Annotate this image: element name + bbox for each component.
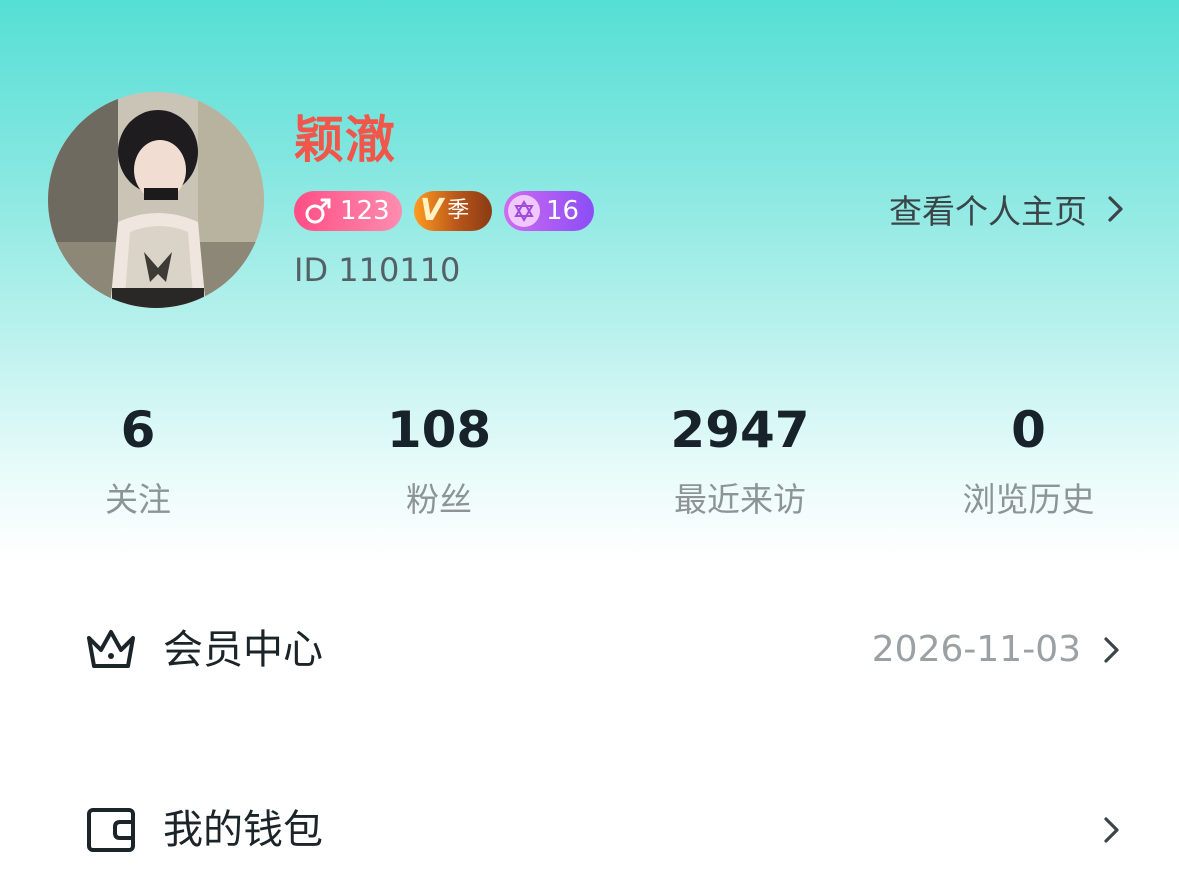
stat-following[interactable]: 6 关注 xyxy=(0,398,276,522)
avatar[interactable] xyxy=(48,92,264,308)
avatar-photo xyxy=(48,92,264,308)
stat-label: 最近来访 xyxy=(674,480,806,519)
menu-item-label: 会员中心 xyxy=(163,627,323,673)
stat-value: 0 xyxy=(1011,401,1046,459)
star-of-david-icon xyxy=(508,195,540,227)
wallet-icon xyxy=(87,808,135,852)
membership-expiry-date: 2026-11-03 xyxy=(871,629,1081,670)
stats-row: 6 关注 108 粉丝 2947 最近来访 0 浏览历史 xyxy=(0,398,1179,522)
view-profile-label: 查看个人主页 xyxy=(889,192,1087,231)
stat-recent-visitors[interactable]: 2947 最近来访 xyxy=(602,398,878,522)
gender-age-value: 123 xyxy=(340,196,390,226)
stat-label: 浏览历史 xyxy=(962,480,1095,519)
stat-value: 2947 xyxy=(670,401,810,459)
male-icon xyxy=(302,195,334,227)
username: 颖澈 xyxy=(294,111,396,169)
gender-age-badge: 123 xyxy=(294,191,402,231)
menu-item-label: 我的钱包 xyxy=(163,807,323,853)
menu-item-membership[interactable]: 会员中心 2026-11-03 xyxy=(0,602,1179,698)
stat-followers[interactable]: 108 粉丝 xyxy=(276,398,602,522)
vip-label: 季 xyxy=(447,198,470,223)
view-profile-link[interactable]: 查看个人主页 xyxy=(889,186,1127,232)
stat-value: 108 xyxy=(386,401,492,459)
badge-row: 123 V 季 16 xyxy=(294,191,594,231)
menu-item-wallet[interactable]: 我的钱包 xyxy=(0,782,1179,878)
crown-icon xyxy=(87,630,135,668)
chevron-right-icon xyxy=(1104,637,1119,663)
stat-browse-history[interactable]: 0 浏览历史 xyxy=(878,398,1179,522)
vip-mark: V xyxy=(420,193,444,228)
level-badge: 16 xyxy=(504,191,594,231)
stat-label: 粉丝 xyxy=(406,480,472,519)
user-id: ID 110110 xyxy=(294,251,461,289)
vip-badge: V 季 xyxy=(414,191,492,231)
level-value: 16 xyxy=(546,196,580,226)
chevron-right-icon xyxy=(1108,196,1123,222)
stat-label: 关注 xyxy=(105,480,171,519)
profile-page: 颖澈 123 V 季 16 ID 110110 查看个人主页 6 关注 108 … xyxy=(0,0,1179,896)
chevron-right-icon xyxy=(1104,817,1119,843)
stat-value: 6 xyxy=(120,401,156,459)
